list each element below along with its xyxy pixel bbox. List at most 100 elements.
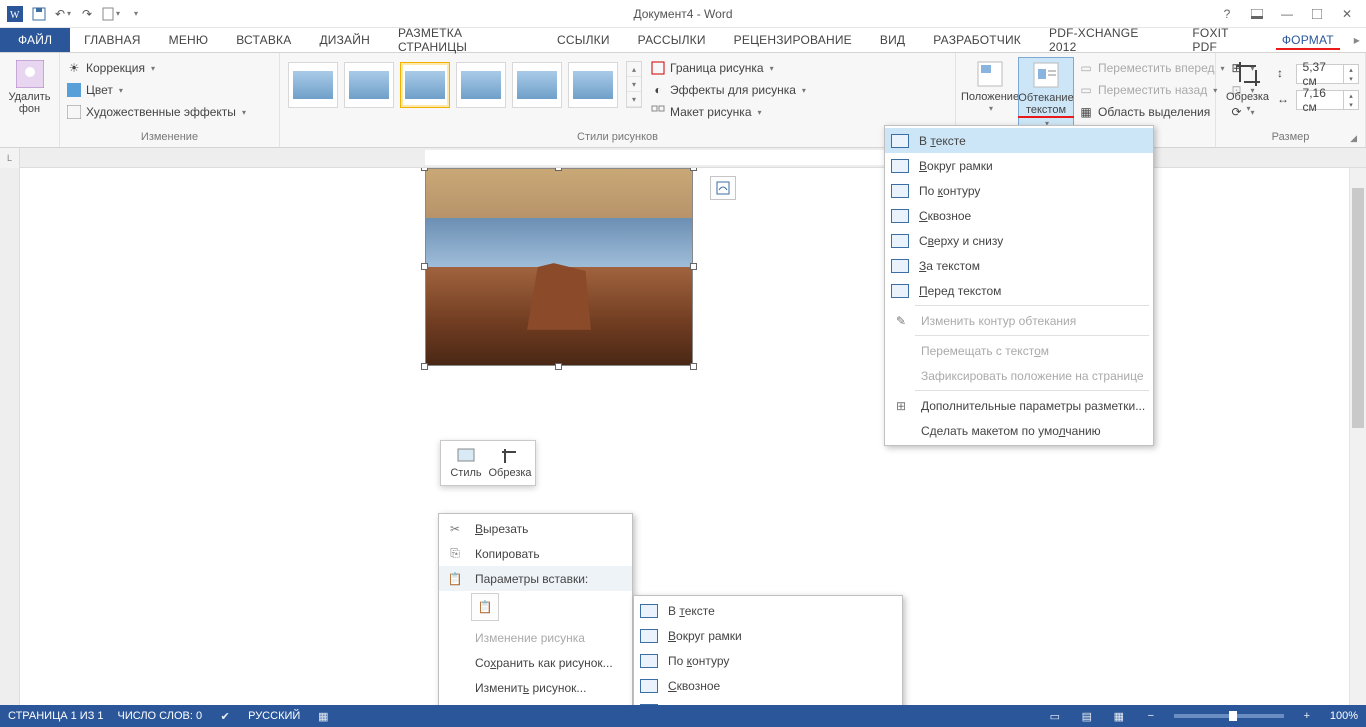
word-app-icon[interactable]: W [4, 3, 26, 25]
wrap-front[interactable]: Перед текстом [885, 278, 1153, 303]
status-words[interactable]: ЧИСЛО СЛОВ: 0 [118, 710, 203, 722]
document-area: Стиль Обрезка ✂Вырезать ⎘Копировать 📋Пар… [0, 168, 1366, 705]
resize-handle[interactable] [690, 168, 697, 171]
color-button[interactable]: Цвет▾ [66, 79, 123, 101]
layout-options-icon[interactable] [710, 176, 736, 200]
status-language[interactable]: РУССКИЙ [248, 710, 300, 722]
wrap-through[interactable]: Сквозное [885, 203, 1153, 228]
position-button[interactable]: Положение▾ [962, 57, 1018, 114]
artistic-effects-button[interactable]: Художественные эффекты▾ [66, 101, 246, 123]
status-page[interactable]: СТРАНИЦА 1 ИЗ 1 [8, 710, 104, 722]
undo-icon[interactable]: ↶▾ [52, 3, 74, 25]
zoom-value[interactable]: 100% [1330, 710, 1358, 722]
bring-forward-button[interactable]: ▭Переместить вперед▾ [1078, 57, 1225, 79]
style-thumb[interactable] [568, 62, 618, 108]
style-thumb[interactable] [400, 62, 450, 108]
mini-style-button[interactable]: Стиль [445, 445, 487, 481]
height-field[interactable]: ↕ 5,37 см▴▾ [1277, 63, 1359, 85]
picture-layout-button[interactable]: Макет рисунка▾ [650, 101, 806, 123]
tab-page-layout[interactable]: РАЗМЕТКА СТРАНИЦЫ [384, 28, 543, 52]
wrap-inline[interactable]: В тексте [885, 128, 1153, 153]
resize-handle[interactable] [555, 363, 562, 370]
wrap-topbottom[interactable]: Сверху и снизу [634, 698, 902, 705]
spellcheck-icon[interactable]: ✔ [216, 708, 234, 724]
zoom-slider[interactable] [1174, 714, 1284, 718]
save-icon[interactable] [28, 3, 50, 25]
resize-handle[interactable] [421, 363, 428, 370]
view-read-icon[interactable]: ▭ [1046, 708, 1064, 724]
tab-design[interactable]: ДИЗАЙН [305, 28, 384, 52]
resize-handle[interactable] [690, 363, 697, 370]
style-thumb[interactable] [288, 62, 338, 108]
crop-button[interactable]: Обрезка▾ [1222, 57, 1273, 114]
help-icon[interactable]: ? [1214, 3, 1240, 25]
tab-foxit[interactable]: Foxit PDF [1178, 28, 1267, 52]
mi-cut[interactable]: ✂Вырезать [439, 516, 632, 541]
picture-styles-gallery[interactable]: ▴▾▾ [286, 57, 644, 112]
corrections-button[interactable]: ☀Коррекция▾ [66, 57, 155, 79]
tab-view[interactable]: ВИД [866, 28, 919, 52]
wrap-square[interactable]: Вокруг рамки [885, 153, 1153, 178]
group-label-styles: Стили рисунков◢ [286, 129, 949, 147]
picture-effects-button[interactable]: ◐Эффекты для рисунка▾ [650, 79, 806, 101]
mi-save-as-picture[interactable]: Сохранить как рисунок... [439, 650, 632, 675]
tab-mailings[interactable]: РАССЫЛКИ [624, 28, 720, 52]
wrap-inline[interactable]: В тексте [634, 598, 902, 623]
wrap-topbottom[interactable]: Сверху и снизу [885, 228, 1153, 253]
remove-background-button[interactable]: Удалить фон [6, 57, 53, 115]
tab-file[interactable]: ФАЙЛ [0, 28, 70, 52]
style-thumb[interactable] [456, 62, 506, 108]
mi-copy[interactable]: ⎘Копировать [439, 541, 632, 566]
send-backward-button[interactable]: ▭Переместить назад▾ [1078, 79, 1225, 101]
tab-insert[interactable]: ВСТАВКА [222, 28, 305, 52]
wrap-through[interactable]: Сквозное [634, 673, 902, 698]
wrap-square[interactable]: Вокруг рамки [634, 623, 902, 648]
resize-handle[interactable] [421, 263, 428, 270]
horizontal-ruler[interactable] [20, 148, 1366, 168]
gallery-scroll[interactable]: ▴▾▾ [626, 61, 642, 108]
view-print-icon[interactable]: ▤ [1078, 708, 1096, 724]
style-thumb[interactable] [344, 62, 394, 108]
redo-icon[interactable]: ↷ [76, 3, 98, 25]
close-icon[interactable]: ✕ [1334, 3, 1360, 25]
mini-crop-button[interactable]: Обрезка [489, 445, 531, 481]
minimize-icon[interactable]: — [1274, 3, 1300, 25]
paste-option-icon[interactable]: 📋 [471, 593, 499, 621]
view-web-icon[interactable]: ▦ [1110, 708, 1128, 724]
wrap-more-options[interactable]: ⊞Дополнительные параметры разметки... [885, 393, 1153, 418]
resize-handle[interactable] [555, 168, 562, 171]
tab-review[interactable]: РЕЦЕНЗИРОВАНИЕ [720, 28, 866, 52]
qat-customize-icon[interactable]: ▾ [124, 3, 146, 25]
resize-handle[interactable] [421, 168, 428, 171]
tab-home[interactable]: ГЛАВНАЯ [70, 28, 154, 52]
mi-edit-picture[interactable]: Изменить рисунок... [439, 675, 632, 700]
ribbon-options-icon[interactable] [1244, 3, 1270, 25]
zoom-out-icon[interactable]: − [1142, 708, 1160, 724]
vertical-scrollbar[interactable] [1349, 168, 1366, 705]
tab-references[interactable]: ССЫЛКИ [543, 28, 624, 52]
wrap-tight[interactable]: По контуру [885, 178, 1153, 203]
style-thumb[interactable] [512, 62, 562, 108]
tab-format[interactable]: ФОРМАТ [1268, 28, 1348, 52]
resize-handle[interactable] [690, 263, 697, 270]
wrap-behind[interactable]: За текстом [885, 253, 1153, 278]
wrap-fix-position: Зафиксировать положение на странице [885, 363, 1153, 388]
tab-menu[interactable]: Меню [155, 28, 223, 52]
zoom-in-icon[interactable]: + [1298, 708, 1316, 724]
selection-pane-button[interactable]: ▦Область выделения [1078, 101, 1225, 123]
new-doc-icon[interactable]: ▾ [100, 3, 122, 25]
tab-developer[interactable]: РАЗРАБОТЧИК [919, 28, 1035, 52]
picture-border-button[interactable]: Граница рисунка▾ [650, 57, 806, 79]
document-canvas[interactable]: Стиль Обрезка ✂Вырезать ⎘Копировать 📋Пар… [20, 168, 1366, 705]
vertical-ruler[interactable] [0, 168, 20, 705]
tab-pdfxchange[interactable]: PDF-XChange 2012 [1035, 28, 1178, 52]
maximize-icon[interactable] [1304, 3, 1330, 25]
dialog-launcher-icon[interactable]: ◢ [1350, 133, 1357, 144]
selected-image[interactable] [425, 168, 693, 366]
wrap-tight[interactable]: По контуру [634, 648, 902, 673]
wrap-set-default[interactable]: Сделать макетом по умолчанию [885, 418, 1153, 443]
width-field[interactable]: ↔ 7,16 см▴▾ [1277, 89, 1359, 111]
wrap-text-button[interactable]: Обтекание текстом▾ [1018, 57, 1074, 130]
tab-overflow-icon[interactable]: ▸ [1348, 28, 1366, 52]
macro-icon[interactable]: ▦ [314, 708, 332, 724]
